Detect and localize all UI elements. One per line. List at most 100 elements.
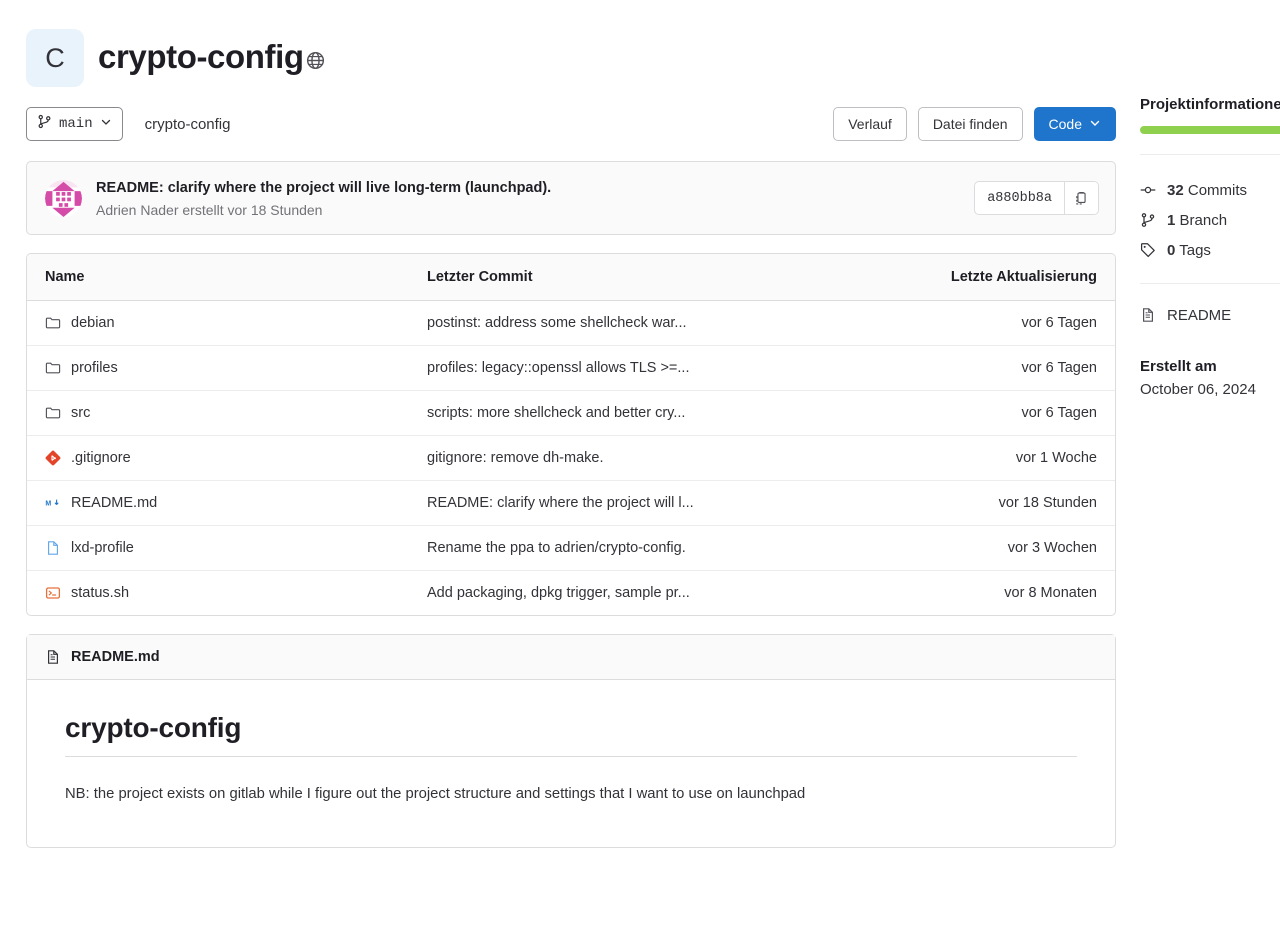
file-tree-body: debian postinst: address some shellcheck… xyxy=(27,300,1115,616)
file-commit[interactable]: gitignore: remove dh-make. xyxy=(411,435,921,482)
last-commit-card: README: clarify where the project will l… xyxy=(26,161,1116,236)
commit-icon xyxy=(1140,182,1156,198)
file-updated: vor 1 Woche xyxy=(921,435,1115,482)
file-updated: vor 6 Tagen xyxy=(921,390,1115,437)
table-row[interactable]: .gitignore gitignore: remove dh-make. vo… xyxy=(27,435,1115,482)
breadcrumb[interactable]: crypto-config xyxy=(145,116,231,133)
column-header-name: Name xyxy=(27,254,411,302)
stat-branches[interactable]: 1 Branch xyxy=(1140,205,1280,235)
history-button[interactable]: Verlauf xyxy=(833,107,907,141)
project-name: crypto-config xyxy=(98,37,304,75)
file-name[interactable]: lxd-profile xyxy=(71,540,134,556)
branch-selector[interactable]: main xyxy=(26,107,123,141)
commit-meta: Adrien Nader erstellt vor 18 Stunden xyxy=(96,202,323,219)
chevron-down-icon xyxy=(1089,116,1101,132)
markdown-icon: M xyxy=(45,495,61,511)
stat-label: Tags xyxy=(1179,241,1211,259)
folder-icon xyxy=(45,405,61,421)
sidebar-divider xyxy=(1140,283,1280,284)
file-icon xyxy=(45,540,61,556)
page-title: crypto-config xyxy=(98,38,325,78)
language-bar xyxy=(1140,126,1280,134)
code-button[interactable]: Code xyxy=(1033,107,1116,141)
commit-sha-group: a880bb8a xyxy=(974,181,1099,215)
repository-page: C crypto-config main crypto-config Verla… xyxy=(0,0,1280,936)
repo-stats: 32 Commits 1 Branch 0 Tags xyxy=(1140,175,1280,265)
readme-paragraph: NB: the project exists on gitlab while I… xyxy=(65,786,806,803)
column-header-commit: Letzter Commit xyxy=(411,254,921,302)
readme-divider xyxy=(65,756,1077,758)
file-commit[interactable]: Rename the ppa to adrien/crypto-config. xyxy=(411,525,921,572)
tag-icon xyxy=(1140,242,1156,258)
find-file-button[interactable]: Datei finden xyxy=(917,107,1023,141)
readme-header: README.md xyxy=(27,635,1115,681)
sidebar-item-readme[interactable]: README xyxy=(1140,300,1280,330)
branch-icon xyxy=(37,114,52,134)
stat-count: 1 xyxy=(1167,211,1176,229)
file-commit[interactable]: README: clarify where the project will l… xyxy=(411,480,921,527)
commit-title[interactable]: README: clarify where the project will l… xyxy=(96,178,960,199)
file-commit[interactable]: postinst: address some shellcheck war... xyxy=(411,300,921,347)
file-name[interactable]: README.md xyxy=(71,495,157,511)
commit-sha[interactable]: a880bb8a xyxy=(975,182,1064,214)
main-column: C crypto-config main crypto-config Verla… xyxy=(0,0,1140,936)
file-updated: vor 6 Tagen xyxy=(921,300,1115,347)
file-updated: vor 18 Stunden xyxy=(921,480,1115,527)
readme-filename[interactable]: README.md xyxy=(71,649,160,665)
file-name[interactable]: src xyxy=(71,405,90,421)
document-icon xyxy=(45,649,61,665)
branch-name: main xyxy=(59,116,93,132)
chevron-down-icon xyxy=(100,116,112,133)
table-row[interactable]: lxd-profile Rename the ppa to adrien/cry… xyxy=(27,525,1115,572)
branch-icon xyxy=(1140,212,1156,228)
readme-heading: crypto-config xyxy=(65,712,242,744)
file-updated: vor 3 Wochen xyxy=(921,525,1115,572)
code-button-label: Code xyxy=(1048,116,1082,132)
toolbar-actions: Verlauf Datei finden Code xyxy=(833,107,1140,141)
file-commit[interactable]: Add packaging, dpkg trigger, sample pr..… xyxy=(411,571,921,616)
document-icon xyxy=(1140,307,1156,323)
git-icon xyxy=(45,450,61,466)
project-info-sidebar: Projektinformationen 32 Commits 1 Branch… xyxy=(1140,0,1280,936)
shell-icon xyxy=(45,585,61,601)
table-header-row: Name Letzter Commit Letzte Aktualisierun… xyxy=(27,254,1115,302)
table-row[interactable]: src scripts: more shellcheck and better … xyxy=(27,390,1115,437)
file-name[interactable]: .gitignore xyxy=(71,450,131,466)
table-row[interactable]: M README.md README: clarify where the pro… xyxy=(27,480,1115,527)
stat-count: 32 xyxy=(1167,181,1184,199)
stat-label: Branch xyxy=(1179,211,1228,229)
commit-info: README: clarify where the project will l… xyxy=(96,178,960,218)
folder-icon xyxy=(45,315,61,331)
created-info: Erstellt am October 06, 2024 xyxy=(1140,358,1280,398)
readme-panel: README.md crypto-config NB: the project … xyxy=(26,634,1116,848)
file-updated: vor 6 Tagen xyxy=(921,345,1115,392)
sidebar-links: README xyxy=(1140,300,1280,330)
project-header: C crypto-config xyxy=(26,0,1140,96)
stat-label: Commits xyxy=(1187,181,1248,199)
file-commit[interactable]: profiles: legacy::openssl allows TLS >=.… xyxy=(411,345,921,392)
file-commit[interactable]: scripts: more shellcheck and better cry.… xyxy=(411,390,921,437)
file-name[interactable]: status.sh xyxy=(71,585,129,601)
file-name[interactable]: debian xyxy=(71,315,115,331)
project-avatar: C xyxy=(26,29,84,87)
clipboard-icon[interactable] xyxy=(1064,182,1098,214)
globe-icon xyxy=(306,40,325,78)
sidebar-divider xyxy=(1140,154,1280,155)
file-name[interactable]: profiles xyxy=(71,360,118,376)
repo-toolbar: main crypto-config Verlauf Datei finden … xyxy=(26,98,1140,150)
table-row[interactable]: debian postinst: address some shellcheck… xyxy=(27,300,1115,347)
sidebar-link-label: README xyxy=(1167,306,1232,324)
created-label: Erstellt am xyxy=(1140,358,1217,375)
file-updated: vor 8 Monaten xyxy=(1004,585,1097,602)
stat-commits[interactable]: 32 Commits xyxy=(1140,175,1280,205)
sidebar-title: Projektinformationen xyxy=(1140,96,1280,113)
table-row[interactable]: profiles profiles: legacy::openssl allow… xyxy=(27,345,1115,392)
avatar xyxy=(45,179,82,217)
readme-content: crypto-config NB: the project exists on … xyxy=(27,680,1115,847)
stat-tags[interactable]: 0 Tags xyxy=(1140,235,1280,265)
folder-icon xyxy=(45,360,61,376)
file-tree: Name Letzter Commit Letzte Aktualisierun… xyxy=(26,253,1116,617)
table-row[interactable]: status.sh Add packaging, dpkg trigger, s… xyxy=(27,571,1115,616)
stat-count: 0 xyxy=(1167,241,1176,259)
created-value: October 06, 2024 xyxy=(1140,381,1256,398)
